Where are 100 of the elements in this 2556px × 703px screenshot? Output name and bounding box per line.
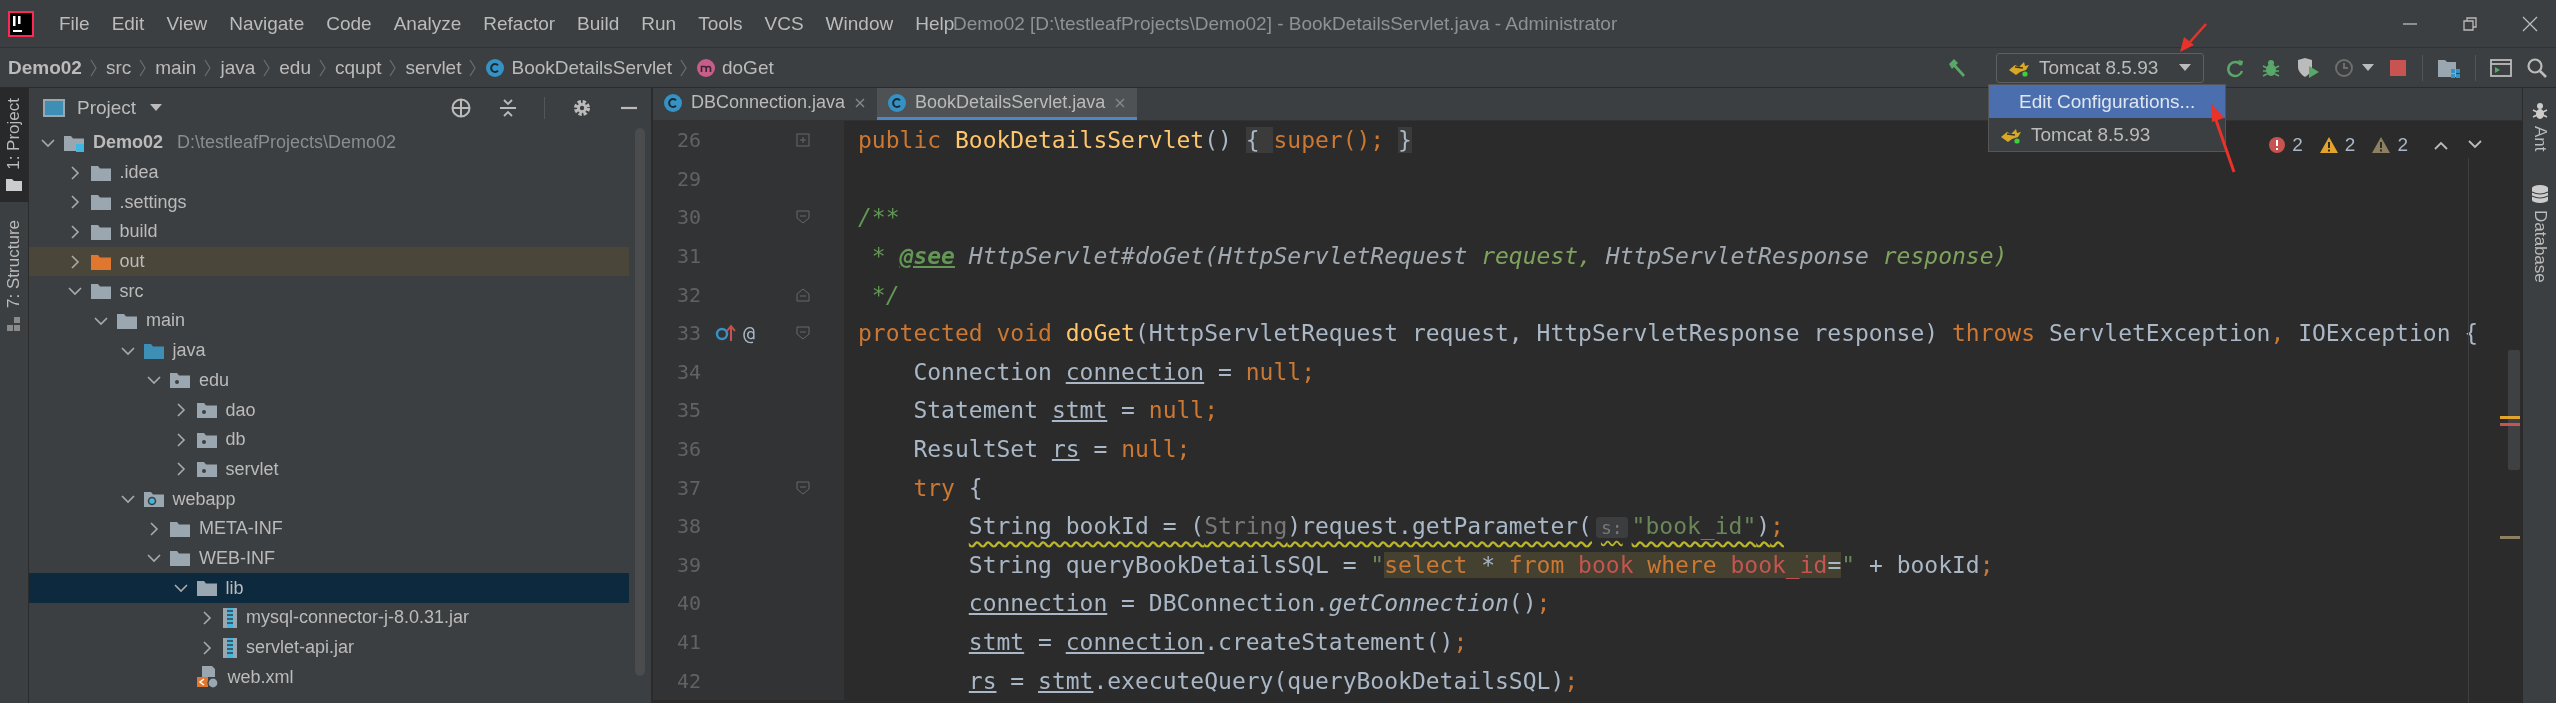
ant-icon: [2530, 102, 2549, 120]
tree-item[interactable]: out: [29, 246, 629, 277]
tree-item[interactable]: src: [29, 276, 629, 307]
folder-icon: [89, 252, 112, 271]
code-line: * @see HttpServlet#doGet(HttpServletRequest request, HttpServletResponse response): [870, 243, 2008, 270]
settings-icon[interactable]: [571, 97, 593, 119]
folder-icon: [169, 549, 191, 568]
menu-item[interactable]: Tomcat 8.5.93: [1989, 118, 2225, 151]
tree-item[interactable]: servlet: [29, 454, 629, 485]
tree-item[interactable]: web.xml: [29, 662, 629, 693]
web-folder-icon: [142, 490, 165, 509]
error-icon[interactable]: [2268, 136, 2287, 154]
tree-item[interactable]: WEB-INF: [29, 543, 629, 574]
tree-item[interactable]: build: [29, 217, 629, 247]
menu-item[interactable]: Tools: [687, 12, 754, 35]
tree-item[interactable]: main: [29, 306, 629, 336]
breadcrumb[interactable]: cqupt: [335, 56, 382, 79]
tree-item[interactable]: servlet-api.jar: [29, 632, 629, 663]
tree-item[interactable]: lib: [29, 573, 629, 603]
coverage-icon[interactable]: [2296, 56, 2320, 79]
menu-item[interactable]: Build: [566, 12, 631, 35]
menu-item[interactable]: Refactor: [472, 12, 567, 35]
menu-item[interactable]: Code: [315, 12, 383, 35]
caret-icon[interactable]: [2362, 63, 2374, 72]
editor-tab[interactable]: BookDetailsServlet.java: [877, 88, 1138, 120]
tree-item[interactable]: java: [29, 335, 629, 366]
package-icon: [195, 460, 218, 479]
menu-item[interactable]: Edit Configurations...: [1989, 85, 2225, 118]
tree-item[interactable]: .settings: [29, 187, 629, 218]
breadcrumb[interactable]: src: [105, 56, 132, 79]
error-count[interactable]: 2: [2292, 134, 2303, 156]
breadcrumb[interactable]: doGet: [696, 56, 774, 79]
database-icon: [2530, 183, 2549, 204]
code-line: try {: [912, 474, 983, 501]
warning-count[interactable]: 2: [2344, 134, 2356, 156]
weak-warning-count[interactable]: 2: [2397, 134, 2408, 156]
tool-window-tab[interactable]: 7: Structure: [0, 209, 28, 342]
xml-file-icon: [195, 665, 220, 690]
breadcrumb[interactable]: BookDetailsServlet: [485, 56, 672, 79]
search-icon[interactable]: [2526, 56, 2548, 79]
tree-item[interactable]: webapp: [29, 484, 629, 514]
menu-item[interactable]: Analyze: [382, 12, 473, 35]
locate-icon[interactable]: [450, 97, 472, 119]
run-configuration-dropdown[interactable]: Tomcat 8.5.93: [1996, 52, 2204, 83]
class-icon: [485, 57, 506, 78]
code-line: /**: [857, 204, 900, 231]
menu-item[interactable]: View: [155, 12, 219, 35]
folder-icon: [116, 311, 138, 330]
tree-item[interactable]: edu: [29, 365, 629, 396]
stop-icon[interactable]: [2388, 57, 2408, 78]
code-line: public BookDetailsServlet() { super(); }: [857, 127, 1412, 154]
menu-item[interactable]: Navigate: [218, 12, 316, 35]
breadcrumb[interactable]: java: [220, 56, 256, 79]
chevron-icon: [469, 57, 478, 78]
warning-icon[interactable]: [2318, 136, 2339, 154]
breadcrumb[interactable]: servlet: [405, 56, 462, 79]
folder-icon: [195, 579, 218, 598]
folder-icon: [5, 177, 23, 192]
code-line: protected void doGet(HttpServletRequest request, HttpServletResponse response) throws ServletException, IOException {: [857, 320, 2479, 347]
project-path: D:\testleafProjects\Demo02: [177, 132, 397, 154]
method-icon: [696, 57, 716, 78]
caret-icon: [150, 104, 163, 112]
menu-item[interactable]: Run: [630, 12, 688, 35]
breadcrumb[interactable]: main: [155, 56, 197, 79]
tool-window-tab[interactable]: Ant: [2523, 96, 2556, 158]
class-icon: [663, 92, 683, 113]
menu-item[interactable]: File: [48, 12, 101, 35]
tree-item[interactable]: mysql-connector-j-8.0.31.jar: [29, 603, 629, 633]
tool-window-tab[interactable]: Database: [2523, 177, 2556, 289]
menu-item[interactable]: Window: [814, 12, 905, 35]
weak-warning-icon[interactable]: [2371, 136, 2392, 154]
override-icon[interactable]: [715, 323, 737, 344]
tree-item[interactable]: META-INF: [29, 513, 629, 544]
breadcrumb[interactable]: edu: [279, 56, 311, 79]
module-icon: [63, 133, 85, 152]
tree-item[interactable]: dao: [29, 395, 629, 425]
view-selector[interactable]: Project: [77, 97, 163, 119]
jar-icon: [222, 636, 238, 659]
package-icon: [195, 430, 218, 449]
app-logo-icon: [8, 10, 34, 37]
window-title: Demo02 [D:\testleafProjects\Demo02] - BookDetailsServlet.java - Administrator: [953, 12, 1618, 35]
collapse-all-icon[interactable]: [498, 98, 518, 118]
tree-item[interactable]: .idea: [29, 157, 629, 188]
code-line: ResultSet rs = null;: [912, 436, 1191, 463]
code-line: Statement stmt = null;: [912, 397, 1219, 424]
tree-item[interactable]: db: [29, 424, 629, 455]
breadcrumb[interactable]: Demo02: [8, 56, 82, 79]
menu-item[interactable]: VCS: [753, 12, 815, 35]
hammer-icon[interactable]: [1946, 56, 1968, 79]
tool-window-tab[interactable]: 1: Project: [0, 88, 28, 202]
code-line: String queryBookDetailsSQL = "select * from book where book_id=" + bookId;: [967, 551, 1994, 578]
chevron-icon: [319, 57, 327, 78]
tree-item[interactable]: Demo02 D:\testleafProjects\Demo02: [29, 128, 629, 158]
scrollbar-thumb[interactable]: [2508, 350, 2520, 470]
menu-item[interactable]: Edit: [100, 12, 156, 35]
annotation-arrow: [2180, 23, 2207, 52]
folder-icon: [89, 222, 112, 241]
editor-tab[interactable]: DBConnection.java: [653, 88, 878, 120]
terminal-icon[interactable]: [2490, 57, 2512, 78]
folder-icon: [89, 163, 112, 182]
